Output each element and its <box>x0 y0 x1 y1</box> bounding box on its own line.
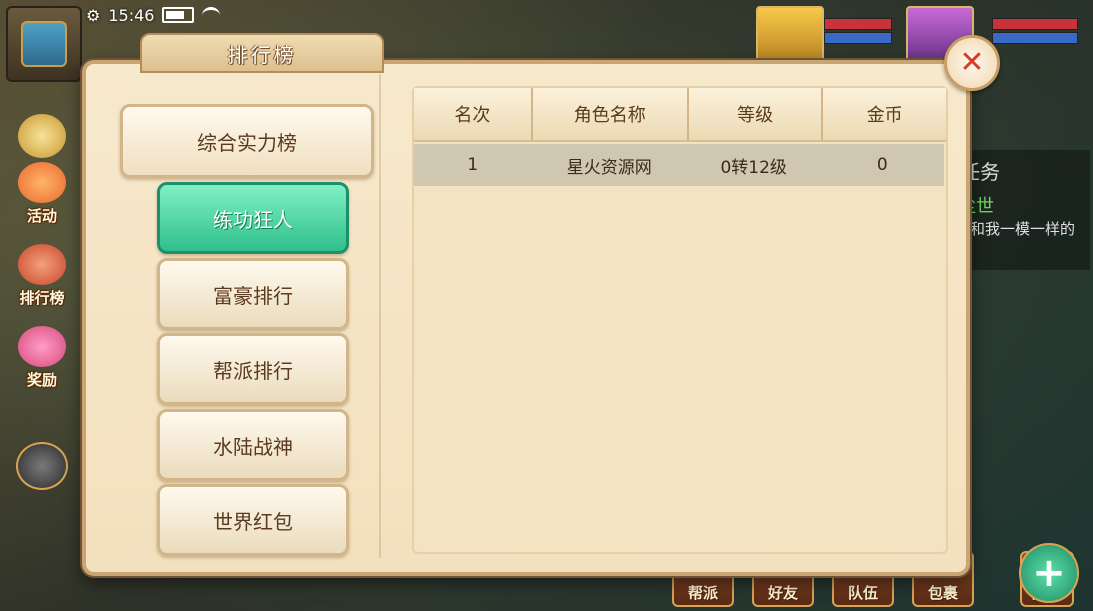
chat-bubble-icon <box>16 442 68 490</box>
sub-category-label: 富豪排行 <box>213 283 293 308</box>
sub-category-world-red-packet[interactable]: 世界红包 <box>157 484 349 556</box>
chat-button[interactable] <box>10 432 74 492</box>
ranking-scroll-icon <box>18 244 66 285</box>
pet-mp-bar <box>992 32 1078 44</box>
battery-icon <box>162 7 195 23</box>
map-button[interactable] <box>6 6 82 82</box>
team-label: 队伍 <box>847 584 878 602</box>
wifi-icon <box>202 6 221 24</box>
horn-icon <box>18 162 66 203</box>
category-column: 综合实力榜 练功狂人 富豪排行 帮派排行 水陆战神 世界红包 <box>94 74 381 558</box>
header-rank: 名次 <box>414 88 533 140</box>
gear-icon[interactable]: ⚙ <box>86 6 100 25</box>
player-hp-bar <box>824 18 892 30</box>
guild-label: 帮派 <box>687 584 718 602</box>
cell-level: 0转12级 <box>720 157 787 178</box>
pet-hp-bar <box>992 18 1078 30</box>
reward-button[interactable]: 奖励 <box>10 326 74 390</box>
friends-label: 好友 <box>767 584 798 602</box>
activity-label: 活动 <box>26 207 57 225</box>
overall-power-ranking-button[interactable]: 综合实力榜 <box>120 104 374 178</box>
status-bar: ⚙ 15:46 <box>86 2 221 28</box>
reward-label: 奖励 <box>26 371 57 389</box>
clock-text: 15:46 <box>108 5 155 25</box>
expand-plus-button[interactable]: + <box>1019 543 1079 603</box>
sub-category-practice-maniac[interactable]: 练功狂人 <box>157 182 349 254</box>
sub-category-label: 水陆战神 <box>213 434 293 459</box>
ranking-button[interactable]: 排行榜 <box>10 244 74 308</box>
cell-rank: 1 <box>467 155 479 175</box>
sub-category-label: 世界红包 <box>213 509 293 534</box>
table-row[interactable]: 1 星火资源网 0转12级 0 <box>414 144 944 186</box>
cell-role-name: 星火资源网 <box>566 157 652 178</box>
chevron-down-icon <box>18 114 66 158</box>
dialog-title-tab: 排行榜 <box>140 33 384 73</box>
bag-label: 包裹 <box>927 584 958 602</box>
header-gold: 金币 <box>866 105 903 126</box>
ranking-dialog: 综合实力榜 练功狂人 富豪排行 帮派排行 水陆战神 世界红包 名次 角色名称 等… <box>82 60 970 576</box>
gift-icon <box>18 326 66 367</box>
sub-category-water-land-god[interactable]: 水陆战神 <box>157 409 349 481</box>
map-icon <box>21 21 67 67</box>
left-hud: 活动 排行榜 奖励 <box>0 0 88 611</box>
header-role-name: 角色名称 <box>533 88 689 140</box>
sub-category-label: 练功狂人 <box>213 207 293 232</box>
close-icon: ✕ <box>959 45 985 80</box>
sub-category-rich[interactable]: 富豪排行 <box>157 258 349 330</box>
header-level: 等级 <box>689 88 824 140</box>
ranking-label: 排行榜 <box>19 289 65 307</box>
sub-category-guild[interactable]: 帮派排行 <box>157 333 349 405</box>
plus-icon: + <box>1032 550 1066 596</box>
player-mp-bar <box>824 32 892 44</box>
ranking-table: 名次 角色名称 等级 金币 1 星火资源网 0转12级 0 <box>412 86 948 554</box>
close-button[interactable]: ✕ <box>944 35 1000 91</box>
cell-gold: 0 <box>876 155 888 175</box>
activity-button[interactable]: 活动 <box>10 162 74 226</box>
table-header: 名次 角色名称 等级 金币 <box>414 88 946 142</box>
dialog-title: 排行榜 <box>227 42 297 67</box>
overall-power-ranking-label: 综合实力榜 <box>197 130 297 155</box>
collapse-button[interactable] <box>10 100 74 160</box>
sub-category-label: 帮派排行 <box>213 358 293 383</box>
